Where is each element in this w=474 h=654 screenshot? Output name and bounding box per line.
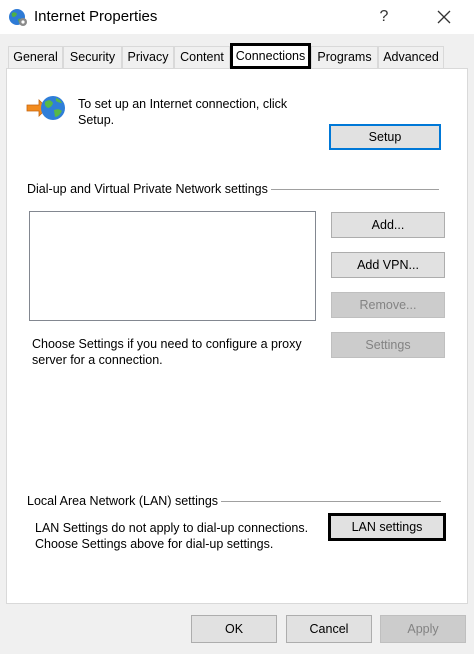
dialup-section-label: Dial-up and Virtual Private Network sett… xyxy=(27,182,271,196)
help-button[interactable]: ? xyxy=(366,2,402,32)
tab-general[interactable]: General xyxy=(8,46,63,68)
globe-arrow-icon xyxy=(25,93,69,123)
ok-button[interactable]: OK xyxy=(191,615,277,643)
globe-settings-icon xyxy=(8,7,28,27)
setup-description: To set up an Internet connection, click … xyxy=(78,97,288,127)
close-button[interactable] xyxy=(424,2,464,32)
tab-privacy[interactable]: Privacy xyxy=(122,46,174,68)
tab-programs[interactable]: Programs xyxy=(311,46,378,68)
add-button[interactable]: Add... xyxy=(331,212,445,238)
close-icon xyxy=(437,10,451,24)
proxy-description: Choose Settings if you need to configure… xyxy=(32,337,302,367)
remove-button[interactable]: Remove... xyxy=(331,292,445,318)
tab-security[interactable]: Security xyxy=(63,46,122,68)
settings-button[interactable]: Settings xyxy=(331,332,445,358)
dialog-body: General Security Privacy Content Connect… xyxy=(0,34,474,654)
connections-list[interactable] xyxy=(29,211,316,321)
tab-advanced[interactable]: Advanced xyxy=(378,46,444,68)
add-vpn-button[interactable]: Add VPN... xyxy=(331,252,445,278)
window-title: Internet Properties xyxy=(34,8,158,25)
lan-settings-button[interactable]: LAN settings xyxy=(328,513,446,541)
tab-connections[interactable]: Connections xyxy=(230,43,311,69)
apply-button[interactable]: Apply xyxy=(380,615,466,643)
setup-button[interactable]: Setup xyxy=(329,124,441,150)
lan-section-label: Local Area Network (LAN) settings xyxy=(27,494,222,508)
tab-content[interactable]: Content xyxy=(174,46,230,68)
dialog-footer: OK Cancel Apply xyxy=(0,604,474,654)
connections-panel: To set up an Internet connection, click … xyxy=(6,68,468,604)
cancel-button[interactable]: Cancel xyxy=(286,615,372,643)
lan-description: LAN Settings do not apply to dial-up con… xyxy=(35,521,309,551)
title-bar: Internet Properties ? xyxy=(0,0,474,34)
